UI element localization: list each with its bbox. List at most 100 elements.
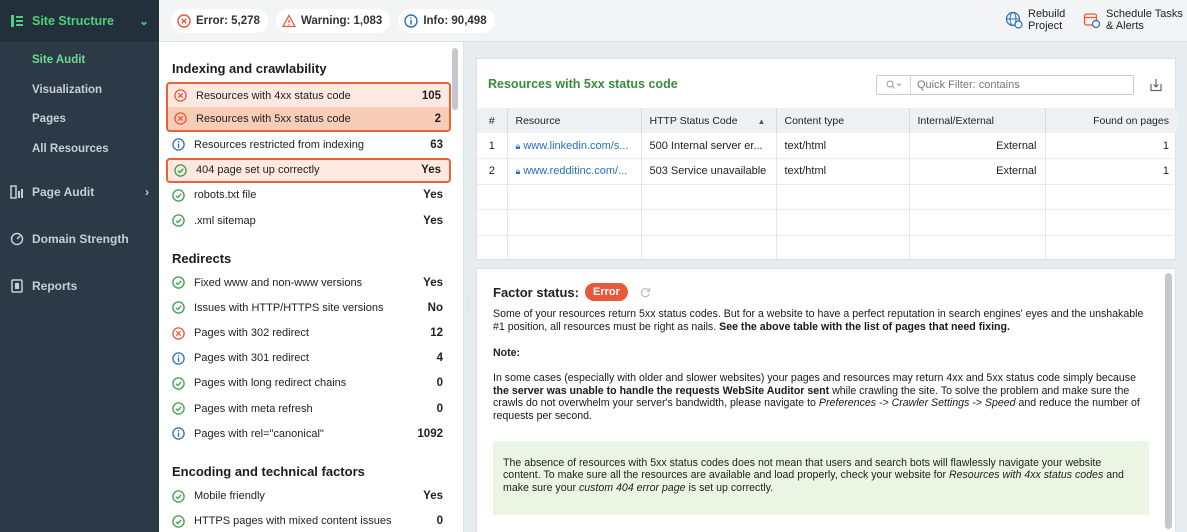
sidebar-item-pages[interactable]: Pages bbox=[0, 105, 159, 135]
empty-row bbox=[477, 235, 1177, 261]
warning-count-pill[interactable]: Warning: 1,083 bbox=[275, 8, 391, 33]
factor-row-restricted[interactable]: Resources restricted from indexing 63 bbox=[166, 132, 451, 157]
factor-label: HTTPS pages with mixed content issues bbox=[194, 515, 392, 528]
factor-row[interactable]: Pages with long redirect chains 0 bbox=[166, 371, 451, 396]
note-text-emphasis: the server was unable to handle the requ… bbox=[493, 384, 830, 397]
rebuild-project-button[interactable]: Rebuild Project bbox=[1005, 8, 1065, 32]
note-text-part: In some cases (especially with older and… bbox=[493, 372, 1136, 385]
sidebar-item-reports[interactable]: Reports bbox=[0, 262, 159, 309]
sidebar-item-site-audit[interactable]: Site Audit bbox=[0, 46, 159, 76]
error-icon bbox=[172, 326, 185, 340]
factor-row-5xx[interactable]: Resources with 5xx status code 2 bbox=[166, 107, 451, 133]
sort-ascending-icon: ▲ bbox=[757, 116, 766, 126]
resources-table-panel: Resources with 5xx status code Quick Fil… bbox=[476, 58, 1177, 261]
factor-value: 0 bbox=[436, 402, 443, 415]
sidebar-item-visualization[interactable]: Visualization bbox=[0, 76, 159, 106]
factor-label: Issues with HTTP/HTTPS site versions bbox=[194, 301, 384, 314]
sidebar: Site Structure ⌄ Site Audit Visualizatio… bbox=[0, 0, 159, 532]
schedule-label-line1: Schedule Tasks bbox=[1106, 8, 1183, 20]
tip-text: is set up correctly. bbox=[685, 481, 774, 494]
factor-row-404-page[interactable]: 404 page set up correctly Yes bbox=[166, 157, 451, 183]
sidebar-item-all-resources[interactable]: All Resources bbox=[0, 135, 159, 165]
factor-label: 404 page set up correctly bbox=[196, 164, 320, 177]
factor-label: Resources with 5xx status code bbox=[196, 112, 351, 125]
factor-row-robots[interactable]: robots.txt file Yes bbox=[166, 183, 451, 208]
error-icon bbox=[177, 13, 191, 28]
sidebar-section-label: Reports bbox=[32, 278, 78, 293]
factor-label: Pages with rel="canonical" bbox=[194, 427, 324, 440]
check-icon bbox=[172, 489, 185, 503]
factor-label: Resources with 4xx status code bbox=[196, 89, 351, 102]
column-header-content-type[interactable]: Content type bbox=[776, 108, 910, 133]
http-status-header-label: HTTP Status Code bbox=[649, 114, 738, 127]
check-icon bbox=[172, 402, 185, 415]
factor-label: Resources restricted from indexing bbox=[194, 138, 364, 151]
status-panel-scrollbar[interactable] bbox=[1165, 273, 1172, 529]
table-row[interactable]: 2 🔒︎ www.redditinc.com/... 503 Service u… bbox=[477, 158, 1177, 185]
status-description: Some of your resources return 5xx status… bbox=[493, 308, 1149, 333]
refresh-icon[interactable] bbox=[640, 287, 651, 298]
check-icon bbox=[172, 514, 185, 528]
lock-icon: 🔒︎ bbox=[515, 140, 521, 151]
factor-row[interactable]: HTTPS pages with mixed content issues 0 bbox=[166, 509, 451, 532]
factor-row[interactable]: Pages with rel="canonical" 1092 bbox=[166, 421, 451, 446]
factor-row[interactable]: Mobile friendly Yes bbox=[166, 483, 451, 508]
check-icon bbox=[174, 163, 187, 177]
sidebar-item-page-audit[interactable]: Page Audit › bbox=[0, 168, 159, 215]
quick-filter-input[interactable]: Quick Filter: contains bbox=[876, 75, 1134, 95]
status-description-emphasis: See the above table with the list of pag… bbox=[719, 320, 1010, 333]
factor-value: 105 bbox=[421, 89, 441, 102]
sidebar-item-domain-strength[interactable]: Domain Strength bbox=[0, 215, 159, 262]
cell-resource-link[interactable]: 🔒︎ www.linkedin.com/s... bbox=[507, 133, 642, 159]
sidebar-site-structure[interactable]: Site Structure ⌄ bbox=[0, 0, 159, 42]
cell-number: 1 bbox=[477, 133, 508, 159]
warning-count: Warning: 1,083 bbox=[300, 14, 383, 27]
factor-row-sitemap[interactable]: .xml sitemap Yes bbox=[166, 208, 451, 233]
factor-group-title: Encoding and technical factors bbox=[172, 464, 365, 480]
site-structure-icon bbox=[10, 14, 24, 28]
globe-refresh-icon bbox=[1005, 11, 1023, 29]
factor-row[interactable]: Issues with HTTP/HTTPS site versions No bbox=[166, 295, 451, 320]
factor-value: Yes bbox=[423, 490, 443, 503]
search-icon[interactable] bbox=[877, 76, 911, 94]
factor-value: Yes bbox=[423, 214, 443, 227]
tip-link-404[interactable]: custom 404 error page bbox=[579, 482, 686, 494]
info-count-pill[interactable]: Info: 90,498 bbox=[398, 8, 495, 33]
schedule-tasks-button[interactable]: Schedule Tasks & Alerts bbox=[1083, 8, 1183, 32]
factor-value: 1092 bbox=[417, 427, 443, 440]
factor-row[interactable]: Pages with meta refresh 0 bbox=[166, 396, 451, 421]
factor-list-scrollbar[interactable] bbox=[452, 48, 458, 110]
factor-status-panel: Factor status: Error Some of your resour… bbox=[476, 268, 1176, 532]
factor-value: 4 bbox=[436, 352, 443, 365]
column-header-http-status[interactable]: HTTP Status Code ▲ bbox=[641, 108, 777, 133]
factor-row-4xx[interactable]: Resources with 4xx status code 105 bbox=[166, 82, 451, 108]
panel-splitter-handle[interactable]: · · · · bbox=[466, 294, 470, 314]
info-count: Info: 90,498 bbox=[423, 14, 487, 27]
note-text: In some cases (especially with older and… bbox=[493, 372, 1149, 422]
error-count-pill[interactable]: Error: 5,278 bbox=[171, 8, 268, 33]
tip-link-4xx[interactable]: Resources with 4xx status codes bbox=[949, 469, 1103, 481]
check-icon bbox=[172, 301, 185, 315]
resources-table: # Resource HTTP Status Code ▲ Content typ… bbox=[477, 108, 1177, 261]
status-badge: Error bbox=[584, 283, 628, 301]
cell-resource-link[interactable]: 🔒︎ www.redditinc.com/... bbox=[507, 158, 642, 185]
warning-icon bbox=[281, 13, 296, 28]
factor-row[interactable]: Fixed www and non-www versions Yes bbox=[166, 270, 451, 295]
error-icon bbox=[174, 112, 187, 126]
table-row[interactable]: 1 🔒︎ www.linkedin.com/s... 500 Internal … bbox=[477, 133, 1177, 159]
factor-row[interactable]: Pages with 302 redirect 12 bbox=[166, 321, 451, 346]
reports-icon bbox=[10, 278, 24, 293]
check-icon bbox=[172, 377, 185, 390]
factor-label: Mobile friendly bbox=[194, 490, 265, 503]
column-header-number[interactable]: # bbox=[477, 108, 508, 133]
column-header-found-on-pages[interactable]: Found on pages bbox=[1045, 108, 1177, 133]
factor-status-label: Factor status: bbox=[493, 284, 579, 300]
column-header-resource[interactable]: Resource bbox=[507, 108, 642, 133]
export-icon[interactable] bbox=[1148, 77, 1164, 93]
factor-row[interactable]: Pages with 301 redirect 4 bbox=[166, 346, 451, 371]
check-icon bbox=[172, 276, 185, 289]
rebuild-label: Rebuild Project bbox=[1028, 8, 1065, 32]
factor-value: No bbox=[427, 301, 443, 314]
column-header-internal-external[interactable]: Internal/External bbox=[909, 108, 1046, 133]
cell-http-status: 500 Internal server er... bbox=[641, 133, 777, 159]
